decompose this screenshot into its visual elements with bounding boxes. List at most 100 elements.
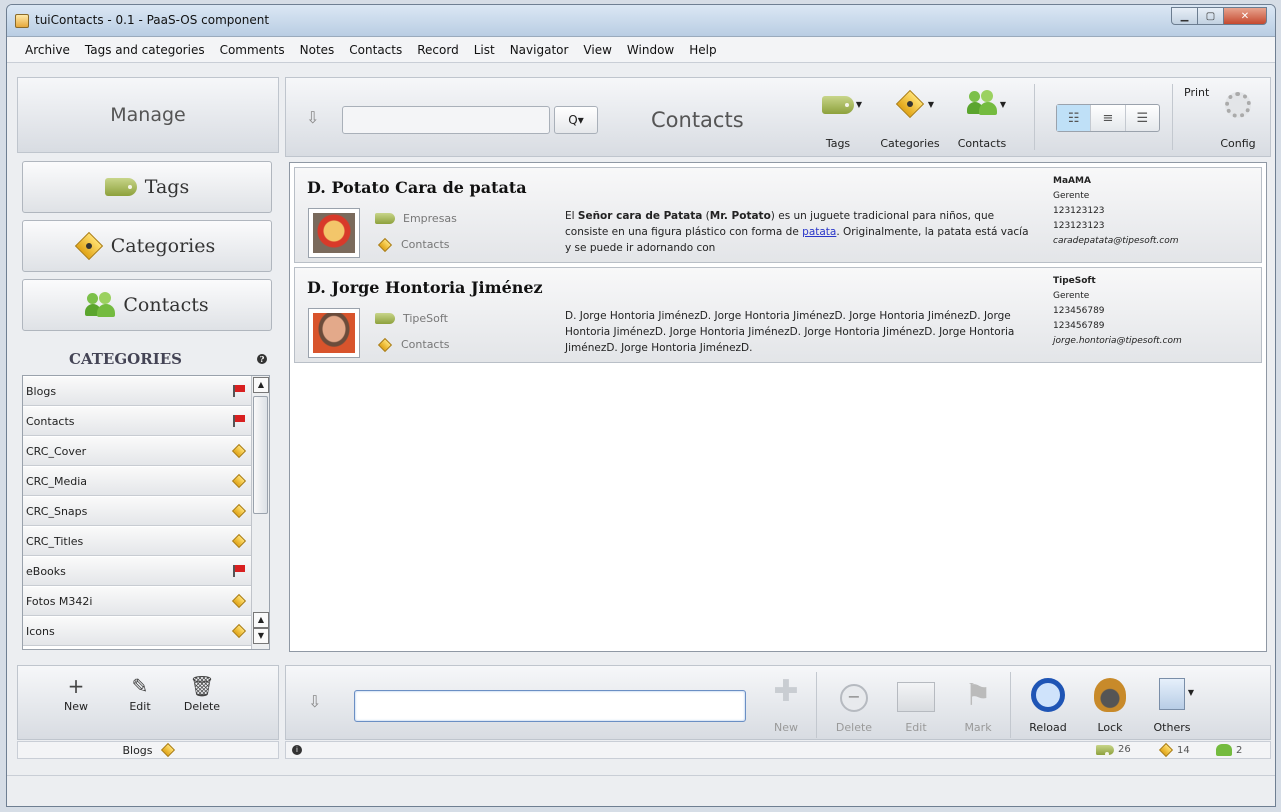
menu-list[interactable]: List	[474, 43, 495, 57]
contact-category-label: Contacts	[401, 238, 450, 251]
category-icon	[74, 231, 103, 261]
category-icon	[231, 623, 247, 639]
scroll-up-button[interactable]: ▲	[253, 612, 269, 628]
edit-record-button[interactable]: Edit	[888, 670, 944, 738]
reload-button[interactable]: Reload	[1020, 670, 1076, 738]
nav-categories-button[interactable]: Categories	[22, 220, 272, 272]
category-icon	[231, 533, 247, 549]
current-category-label: Blogs	[122, 743, 153, 757]
categories-dropdown-button[interactable]: ▼ Categories	[878, 84, 942, 154]
tag-icon	[104, 178, 137, 196]
list-item[interactable]: Icons	[23, 617, 251, 646]
scroll-thumb[interactable]	[253, 396, 268, 514]
list-item[interactable]: CRC_Cover	[23, 437, 251, 466]
reload-label: Reload	[1029, 721, 1067, 734]
flag-icon: ⚑	[964, 678, 992, 713]
view-detail-icon[interactable]: ☰	[1126, 105, 1159, 131]
toolbar-separator	[816, 672, 817, 738]
maximize-button[interactable]: ▢	[1197, 7, 1224, 25]
others-button[interactable]: ▼ Others	[1144, 670, 1200, 738]
categories-scrollbar[interactable]: ▲ ▲ ▼	[251, 376, 269, 649]
contact-email[interactable]: caradepatata@tipesoft.com	[1053, 234, 1179, 249]
category-icon	[377, 337, 393, 352]
delete-label: Delete	[183, 700, 221, 713]
tags-dropdown-button[interactable]: ▼ Tags	[806, 84, 870, 154]
collapse-arrow-icon[interactable]: ⇩	[308, 692, 321, 711]
nav-categories-label: Categories	[110, 235, 216, 257]
search-input[interactable]	[342, 106, 550, 134]
pencil-icon: ✎	[131, 674, 149, 698]
config-button[interactable]: Config	[1206, 84, 1270, 154]
menu-notes[interactable]: Notes	[300, 43, 335, 57]
contact-category[interactable]: Contacts	[375, 237, 450, 252]
record-toolbar: ⇩ ✚ New − Delete Edit ⚑ Mark Reload Lock	[285, 665, 1271, 740]
contact-category-label: Contacts	[401, 338, 450, 351]
close-button[interactable]: ✕	[1223, 7, 1267, 25]
delete-record-button[interactable]: − Delete	[826, 670, 882, 738]
contact-phone: 123456789	[1053, 321, 1105, 331]
current-category-status: Blogs	[17, 741, 279, 759]
menu-tags-and-categories[interactable]: Tags and categories	[85, 43, 205, 57]
patata-link[interactable]: patata	[802, 226, 836, 238]
menu-window[interactable]: Window	[627, 43, 674, 57]
menu-contacts[interactable]: Contacts	[349, 43, 402, 57]
contact-tag[interactable]: TipeSoft	[375, 312, 448, 325]
record-input[interactable]	[354, 690, 746, 722]
menu-navigator[interactable]: Navigator	[510, 43, 569, 57]
lock-button[interactable]: Lock	[1082, 670, 1138, 738]
app-window: tuiContacts - 0.1 - PaaS-OS component ▁ …	[6, 4, 1276, 807]
view-list-icon[interactable]: ≡	[1091, 105, 1126, 131]
menu-comments[interactable]: Comments	[220, 43, 285, 57]
category-label: CRC_Titles	[26, 534, 84, 548]
help-icon[interactable]: ?	[257, 354, 267, 364]
menu-record[interactable]: Record	[417, 43, 458, 57]
contact-card[interactable]: D. Potato Cara de patata Empresas Contac…	[294, 167, 1262, 263]
tag-icon	[1096, 744, 1114, 756]
contact-company: MaAMA	[1053, 176, 1091, 186]
menu-archive[interactable]: Archive	[25, 43, 70, 57]
delete-category-button[interactable]: 🗑 Delete	[172, 672, 232, 713]
contact-phone: 123456789	[1053, 306, 1105, 316]
list-item[interactable]: Fotos M342i	[23, 587, 251, 616]
delete-label: Delete	[835, 721, 873, 734]
list-item[interactable]: CRC_Snaps	[23, 497, 251, 526]
contact-category[interactable]: Contacts	[375, 337, 450, 352]
contacts-icon	[967, 90, 997, 116]
list-item[interactable]: CRC_Media	[23, 467, 251, 496]
plus-icon: ✚	[773, 674, 799, 709]
minimize-button[interactable]: ▁	[1171, 7, 1198, 25]
info-icon[interactable]: i	[292, 745, 302, 755]
scroll-down-button[interactable]: ▼	[253, 628, 269, 644]
new-category-button[interactable]: + New	[46, 672, 106, 713]
search-button[interactable]: Q▾	[554, 106, 598, 134]
contact-description: D. Jorge Hontoria JiménezD. Jorge Hontor…	[565, 310, 1015, 354]
collapse-arrow-icon[interactable]: ⇩	[306, 108, 319, 127]
categories-title: CATEGORIES	[69, 350, 182, 368]
new-label: New	[64, 700, 88, 713]
app-icon	[15, 14, 29, 28]
edit-category-button[interactable]: ✎ Edit	[110, 672, 170, 713]
contact-info: MaAMA Gerente 123123123 123123123 carade…	[1053, 174, 1179, 249]
list-item[interactable]: Blogs	[23, 377, 251, 406]
nav-contacts-button[interactable]: Contacts	[22, 279, 272, 331]
list-item[interactable]: eBooks	[23, 557, 251, 586]
minus-icon: −	[840, 684, 868, 712]
new-record-button[interactable]: ✚ New	[758, 670, 814, 738]
menu-view[interactable]: View	[583, 43, 611, 57]
menu-help[interactable]: Help	[689, 43, 716, 57]
list-item[interactable]: Contacts	[23, 407, 251, 436]
status-bar: i 26 14 2	[285, 741, 1271, 759]
scroll-up-button[interactable]: ▲	[253, 377, 269, 393]
manage-header: Manage	[17, 77, 279, 153]
mark-record-button[interactable]: ⚑ Mark	[950, 670, 1006, 738]
contact-tag[interactable]: Empresas	[375, 212, 457, 225]
avatar	[308, 308, 360, 358]
chevron-down-icon: ▼	[927, 100, 934, 109]
view-cards-icon[interactable]: ☷	[1057, 105, 1092, 131]
list-item[interactable]: CRC_Titles	[23, 527, 251, 556]
contact-card[interactable]: D. Jorge Hontoria Jiménez TipeSoft Conta…	[294, 267, 1262, 363]
contacts-dropdown-button[interactable]: ▼ Contacts	[950, 84, 1014, 154]
nav-tags-button[interactable]: Tags	[22, 161, 272, 213]
contact-email[interactable]: jorge.hontoria@tipesoft.com	[1053, 334, 1182, 349]
contact-name: D. Jorge Hontoria Jiménez	[307, 278, 543, 297]
